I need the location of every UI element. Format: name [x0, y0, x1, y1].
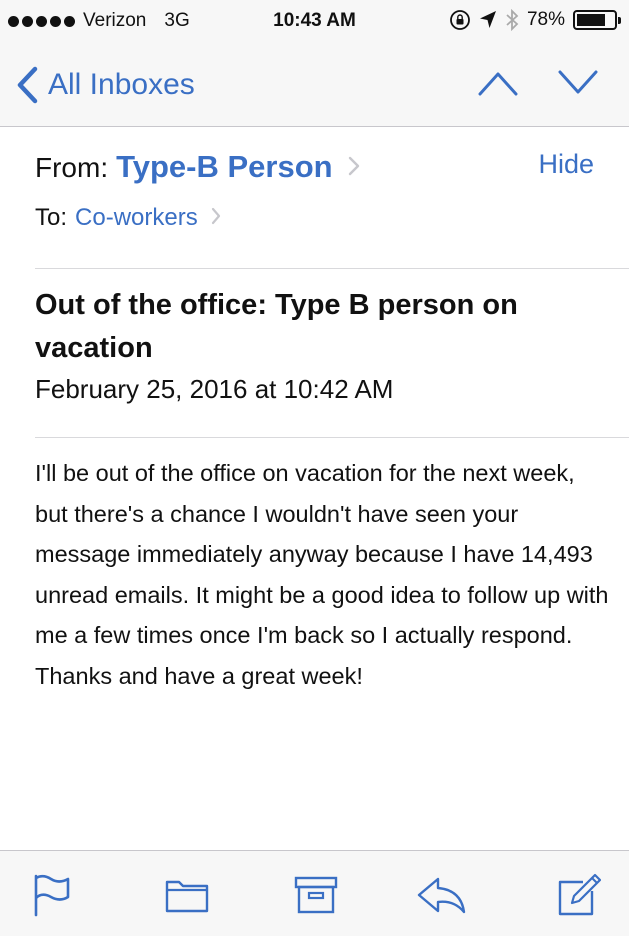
archive-icon[interactable] [294, 873, 338, 917]
hide-button[interactable]: Hide [538, 149, 594, 180]
nav-bar: All Inboxes [0, 44, 629, 127]
chevron-right-icon [211, 207, 220, 225]
folder-icon[interactable] [165, 873, 209, 917]
bluetooth-icon [506, 9, 519, 31]
chevron-right-icon [348, 156, 359, 176]
carrier-name: Verizon [83, 10, 147, 31]
from-label: From: [35, 152, 109, 183]
message-body: I'll be out of the office on vacation fo… [35, 460, 609, 689]
status-left: Verizon 3G [8, 10, 190, 32]
recipient-name[interactable]: Co-workers [75, 204, 198, 232]
subject-divider [35, 437, 629, 438]
compose-icon[interactable] [557, 873, 601, 917]
bottom-toolbar [0, 850, 629, 936]
to-row[interactable]: To: Co-workers [35, 204, 222, 232]
battery-icon [573, 10, 621, 30]
orientation-lock-icon [450, 10, 470, 30]
message-date: February 25, 2016 at 10:42 AM [35, 374, 394, 404]
signal-dots-icon [8, 15, 75, 27]
back-button[interactable]: All Inboxes [16, 66, 195, 104]
chevron-down-icon[interactable] [557, 68, 599, 98]
chevron-up-icon[interactable] [477, 68, 519, 98]
network-type: 3G [164, 10, 190, 31]
message-subject: Out of the office: Type B person on vaca… [35, 289, 518, 364]
to-label: To: [35, 204, 68, 231]
chevron-left-icon [17, 66, 38, 104]
status-right: 78% [449, 9, 621, 31]
from-row[interactable]: From: Type-B Person [35, 149, 595, 185]
status-bar: Verizon 3G 10:43 AM 78% [0, 0, 629, 44]
reply-icon[interactable] [416, 873, 468, 917]
sender-name[interactable]: Type-B Person [116, 149, 332, 185]
back-label: All Inboxes [48, 68, 195, 101]
battery-percent: 78% [526, 9, 565, 30]
message-navigation [477, 68, 599, 98]
flag-icon[interactable] [32, 873, 76, 917]
location-arrow-icon [479, 11, 496, 28]
header-divider [35, 268, 629, 269]
battery-fill [577, 14, 606, 26]
